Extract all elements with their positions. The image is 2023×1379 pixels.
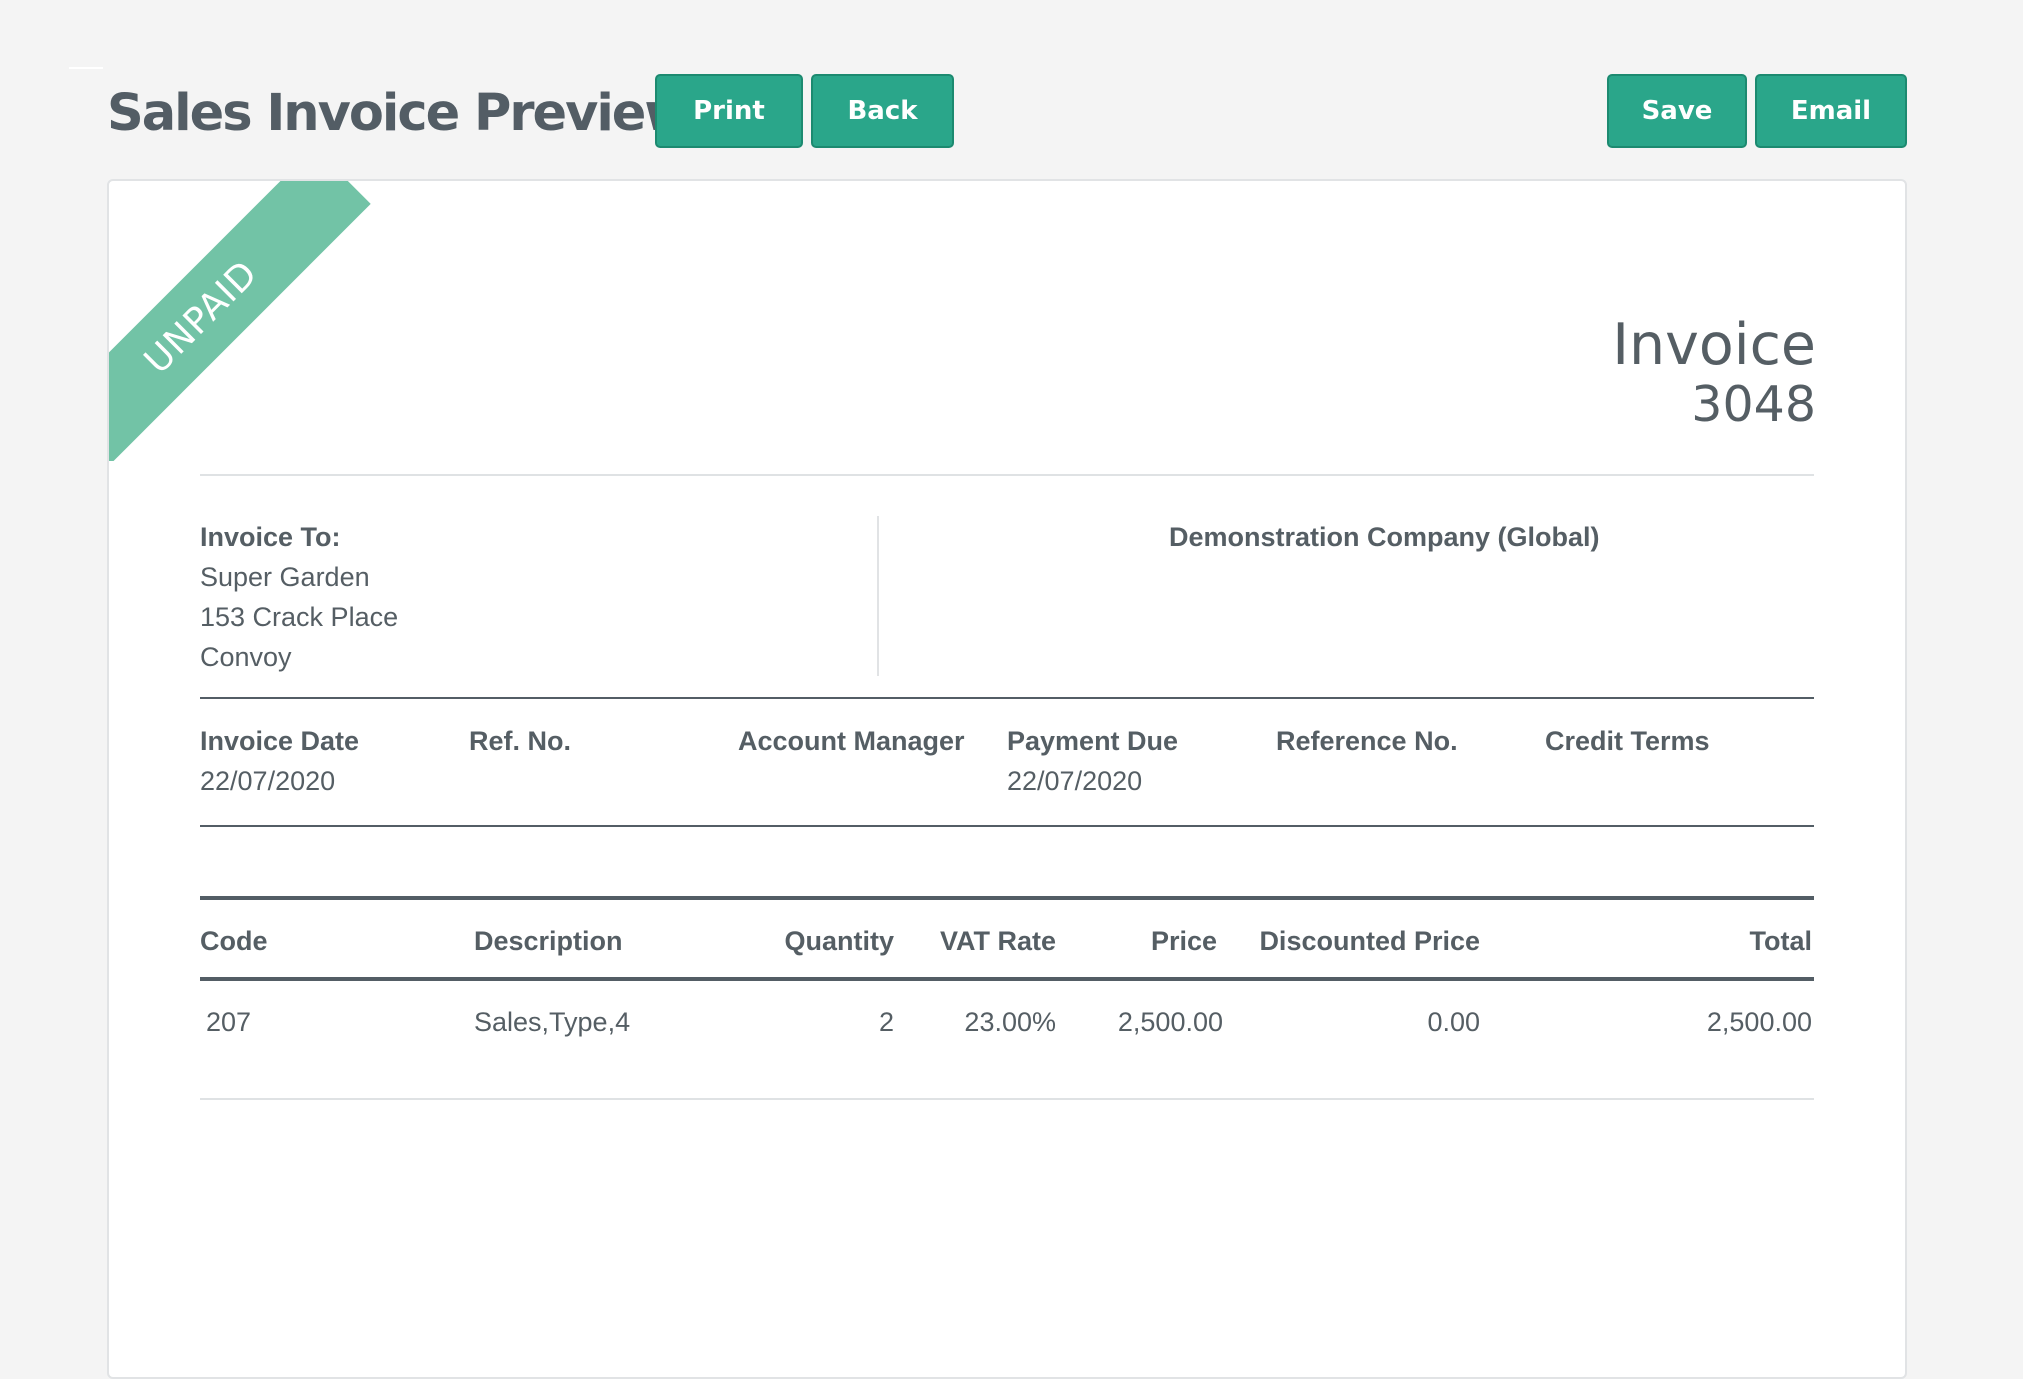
- company-name: Demonstration Company (Global): [1169, 522, 1600, 552]
- cell-total: 2,500.00: [1706, 1007, 1812, 1037]
- page-title: Sales Invoice Preview: [107, 84, 692, 143]
- cell-description: Sales,Type,4: [474, 1007, 631, 1037]
- column-header-description: Description: [474, 926, 623, 956]
- bill-to-block: Invoice To: Super Garden 153 Crack Place…: [200, 517, 398, 677]
- cell-vat-rate: 23.00%: [964, 1007, 1056, 1037]
- customer-name: Super Garden: [200, 562, 370, 592]
- top-edge-mark: [69, 67, 103, 69]
- divider: [200, 474, 1814, 476]
- customer-address-line2: Convoy: [200, 642, 292, 672]
- column-divider: [877, 516, 879, 676]
- table-header-rule: [200, 977, 1814, 981]
- meta-ref-no: Ref. No.: [469, 721, 571, 761]
- meta-value: 22/07/2020: [200, 766, 336, 796]
- email-button[interactable]: Email: [1755, 74, 1907, 148]
- bill-to-label: Invoice To:: [200, 522, 341, 552]
- meta-label: Credit Terms: [1545, 726, 1710, 756]
- invoice-card: UNPAID Invoice 3048 Invoice To: Super Ga…: [107, 179, 1907, 1379]
- table-bottom-rule: [200, 1098, 1814, 1100]
- column-header-quantity: Quantity: [784, 926, 894, 956]
- invoice-heading-label: Invoice: [1612, 312, 1816, 378]
- column-header-discounted-price: Discounted Price: [1259, 926, 1480, 956]
- status-ribbon-label: UNPAID: [109, 181, 371, 461]
- meta-value: 22/07/2020: [1007, 766, 1143, 796]
- meta-invoice-date: Invoice Date 22/07/2020: [200, 721, 359, 801]
- status-ribbon: UNPAID: [109, 181, 389, 461]
- column-header-vat-rate: VAT Rate: [939, 926, 1056, 956]
- table-top-rule: [200, 896, 1814, 900]
- print-button[interactable]: Print: [655, 74, 803, 148]
- divider: [200, 825, 1814, 827]
- cell-code: 207: [206, 1007, 252, 1037]
- meta-label: Payment Due: [1007, 726, 1179, 756]
- back-button[interactable]: Back: [811, 74, 954, 148]
- meta-credit-terms: Credit Terms: [1545, 721, 1710, 761]
- column-header-total: Total: [1749, 926, 1813, 956]
- divider: [200, 697, 1814, 699]
- meta-label: Reference No.: [1276, 726, 1458, 756]
- cell-quantity: 2: [878, 1007, 894, 1037]
- cell-price: 2,500.00: [1117, 1007, 1223, 1037]
- column-header-price: Price: [1150, 926, 1217, 956]
- meta-reference-no: Reference No.: [1276, 721, 1458, 761]
- meta-label: Invoice Date: [200, 726, 360, 756]
- invoice-number: 3048: [1691, 376, 1816, 433]
- column-header-code: Code: [200, 926, 268, 956]
- meta-payment-due: Payment Due 22/07/2020: [1007, 721, 1178, 801]
- meta-label: Ref. No.: [469, 726, 572, 756]
- customer-address-line1: 153 Crack Place: [200, 602, 399, 632]
- invoice-heading: Invoice 3048: [1612, 314, 1816, 434]
- save-button[interactable]: Save: [1607, 74, 1747, 148]
- cell-discounted-price: 0.00: [1427, 1007, 1480, 1037]
- meta-label: Account Manager: [738, 726, 965, 756]
- meta-account-manager: Account Manager: [738, 721, 965, 761]
